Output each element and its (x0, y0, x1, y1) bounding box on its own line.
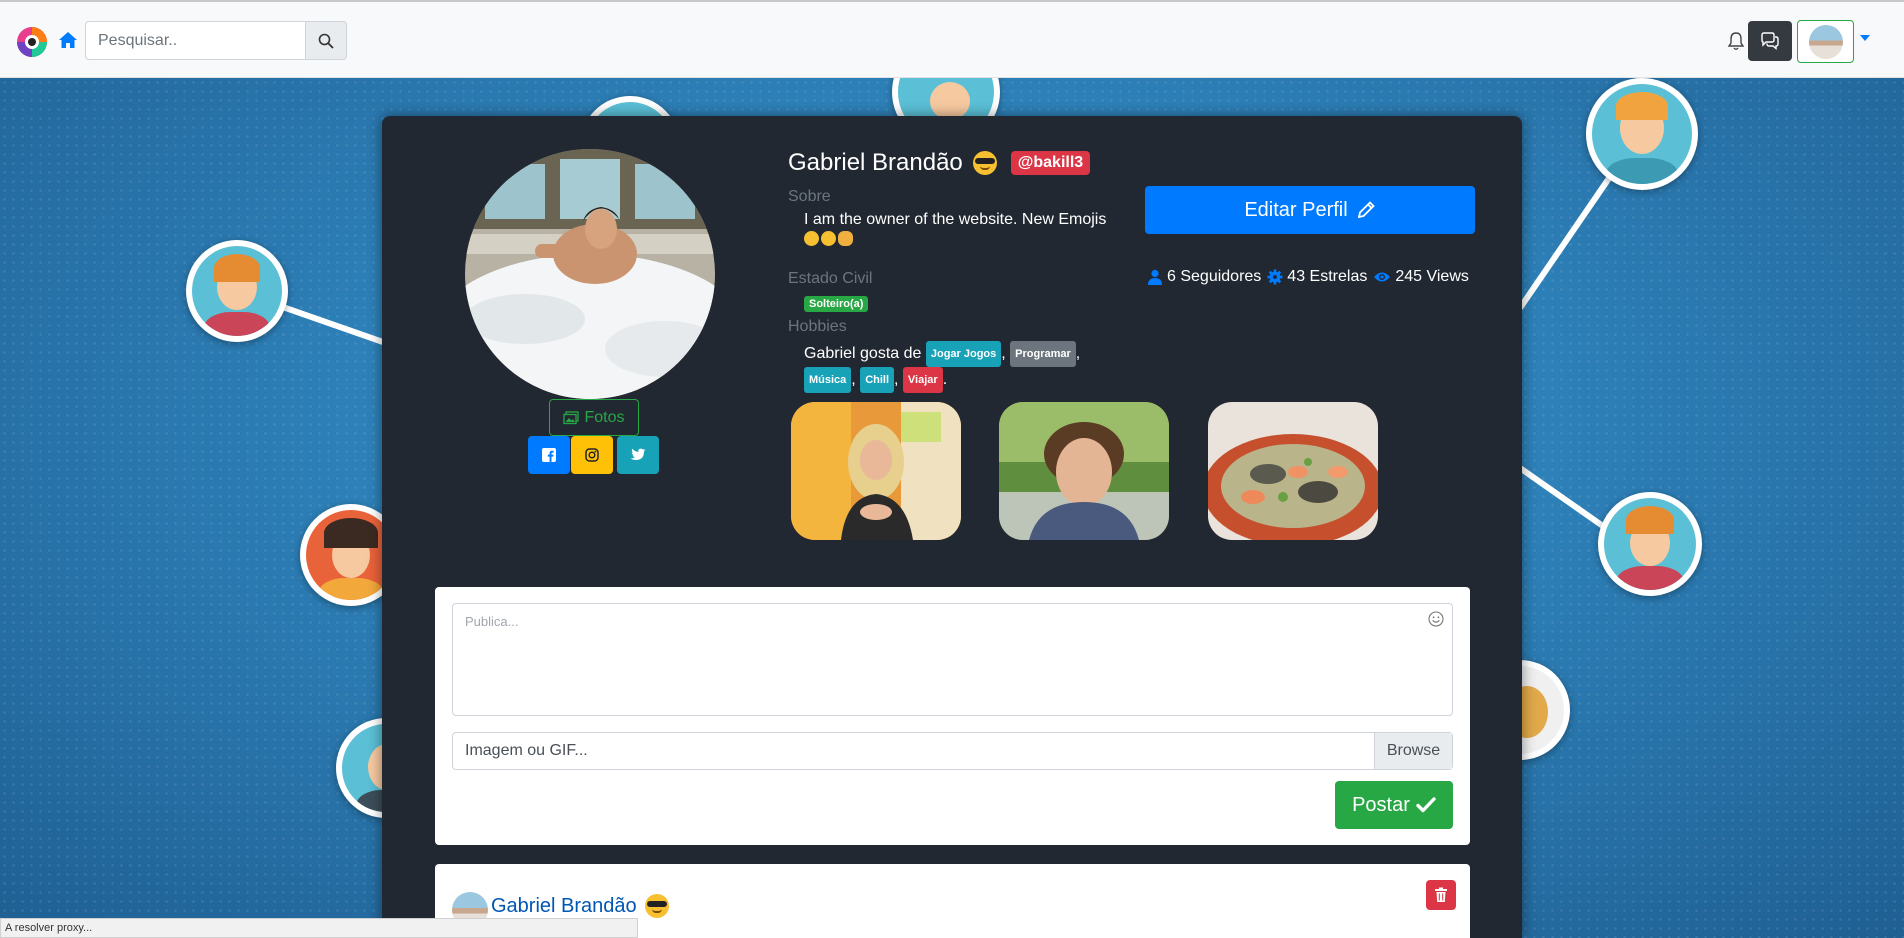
hobbies-label: Hobbies (788, 318, 847, 335)
about-text: I am the owner of the website. New Emoji… (804, 211, 1107, 228)
messages-button[interactable] (1748, 21, 1792, 61)
hobbies-list: Gabriel gosta de Jogar Jogos, Programar,… (804, 341, 1124, 393)
top-navbar (0, 0, 1904, 78)
file-input-label: Imagem ou GIF... (465, 742, 588, 759)
post-submit-label: Postar (1352, 793, 1410, 816)
facebook-button[interactable] (528, 436, 570, 474)
views-count: 245 Views (1395, 268, 1469, 285)
facebook-icon (542, 448, 556, 462)
about-label: Sobre (788, 188, 831, 205)
search-input[interactable] (85, 21, 305, 60)
emoji-picker-icon[interactable] (1428, 611, 1444, 627)
hobby-badge: Programar (1010, 341, 1076, 367)
browser-status-bar: A resolver proxy... (0, 918, 638, 938)
instagram-icon (585, 448, 599, 462)
gear-icon (1267, 269, 1283, 285)
about-text-block: I am the owner of the website. New Emoji… (804, 210, 1124, 250)
post-author: Gabriel Brandão (491, 894, 669, 918)
notifications-bell-icon[interactable] (1727, 31, 1745, 51)
browse-button[interactable]: Browse (1374, 733, 1452, 769)
search-button[interactable] (305, 21, 347, 60)
post-textarea-placeholder: Publica... (465, 614, 519, 629)
pencil-icon (1357, 201, 1375, 219)
eye-icon (1374, 272, 1391, 282)
check-icon (1416, 797, 1436, 813)
username-badge[interactable]: @bakill3 (1010, 151, 1091, 175)
trash-icon (1435, 887, 1447, 902)
twitter-icon (630, 448, 646, 460)
user-menu-button[interactable] (1797, 20, 1854, 63)
background-avatar (1598, 492, 1702, 596)
search-form (85, 21, 347, 60)
user-avatar (1808, 24, 1843, 59)
sunglasses-emoji-icon (972, 151, 997, 175)
instagram-button[interactable] (571, 436, 613, 474)
home-icon[interactable] (58, 30, 78, 50)
twitter-button[interactable] (617, 436, 659, 474)
stars-count: 43 Estrelas (1287, 268, 1368, 285)
ok-hand-emoji-icon (838, 231, 853, 246)
profile-card: Fotos Gabriel Brandão @bakill3 Sobre I a… (382, 116, 1522, 938)
profile-header: Gabriel Brandão @bakill3 (788, 149, 1091, 177)
site-logo-icon[interactable] (16, 26, 48, 58)
post-submit-button[interactable]: Postar (1335, 781, 1453, 829)
edit-profile-label: Editar Perfil (1244, 198, 1348, 221)
profile-photo (465, 149, 715, 399)
background-avatar (1586, 78, 1698, 190)
estado-civil-label: Estado Civil (788, 270, 873, 287)
images-icon (563, 410, 580, 424)
hobbies-prefix: Gabriel gosta de (804, 345, 922, 362)
photos-button-label: Fotos (584, 408, 625, 426)
post-textarea[interactable]: Publica... (452, 603, 1453, 716)
user-icon (1148, 269, 1162, 285)
photo-thumbnail[interactable] (1208, 402, 1378, 540)
new-post-form: Publica... Imagem ou GIF... Browse Posta… (435, 587, 1470, 845)
delete-post-button[interactable] (1426, 880, 1456, 910)
chat-bubbles-icon (1761, 32, 1779, 50)
profile-name: Gabriel Brandão (788, 149, 963, 176)
edit-profile-button[interactable]: Editar Perfil (1145, 186, 1475, 234)
hobby-badge: Música (804, 367, 852, 393)
hobby-badge: Viajar (902, 367, 943, 393)
estado-civil-badge: Solteiro(a) (804, 296, 869, 312)
profile-stats: 6 Seguidores 43 Estrelas 245 Views (1145, 268, 1469, 286)
grin-emoji-icon (804, 231, 819, 246)
search-icon (318, 33, 334, 49)
sunglasses-emoji-icon (644, 894, 669, 918)
post-author-link[interactable]: Gabriel Brandão (491, 895, 637, 918)
background-avatar (186, 240, 288, 342)
followers-count[interactable]: 6 Seguidores (1167, 268, 1261, 286)
photo-thumbnail[interactable] (791, 402, 961, 540)
chevron-down-icon[interactable] (1860, 35, 1870, 41)
hobby-badge: Jogar Jogos (925, 341, 1002, 367)
hobby-badge: Chill (860, 367, 895, 393)
photo-thumbnail[interactable] (999, 402, 1169, 540)
tongue-emoji-icon (821, 231, 836, 246)
image-file-input[interactable]: Imagem ou GIF... Browse (452, 732, 1453, 770)
photos-button[interactable]: Fotos (549, 399, 639, 436)
